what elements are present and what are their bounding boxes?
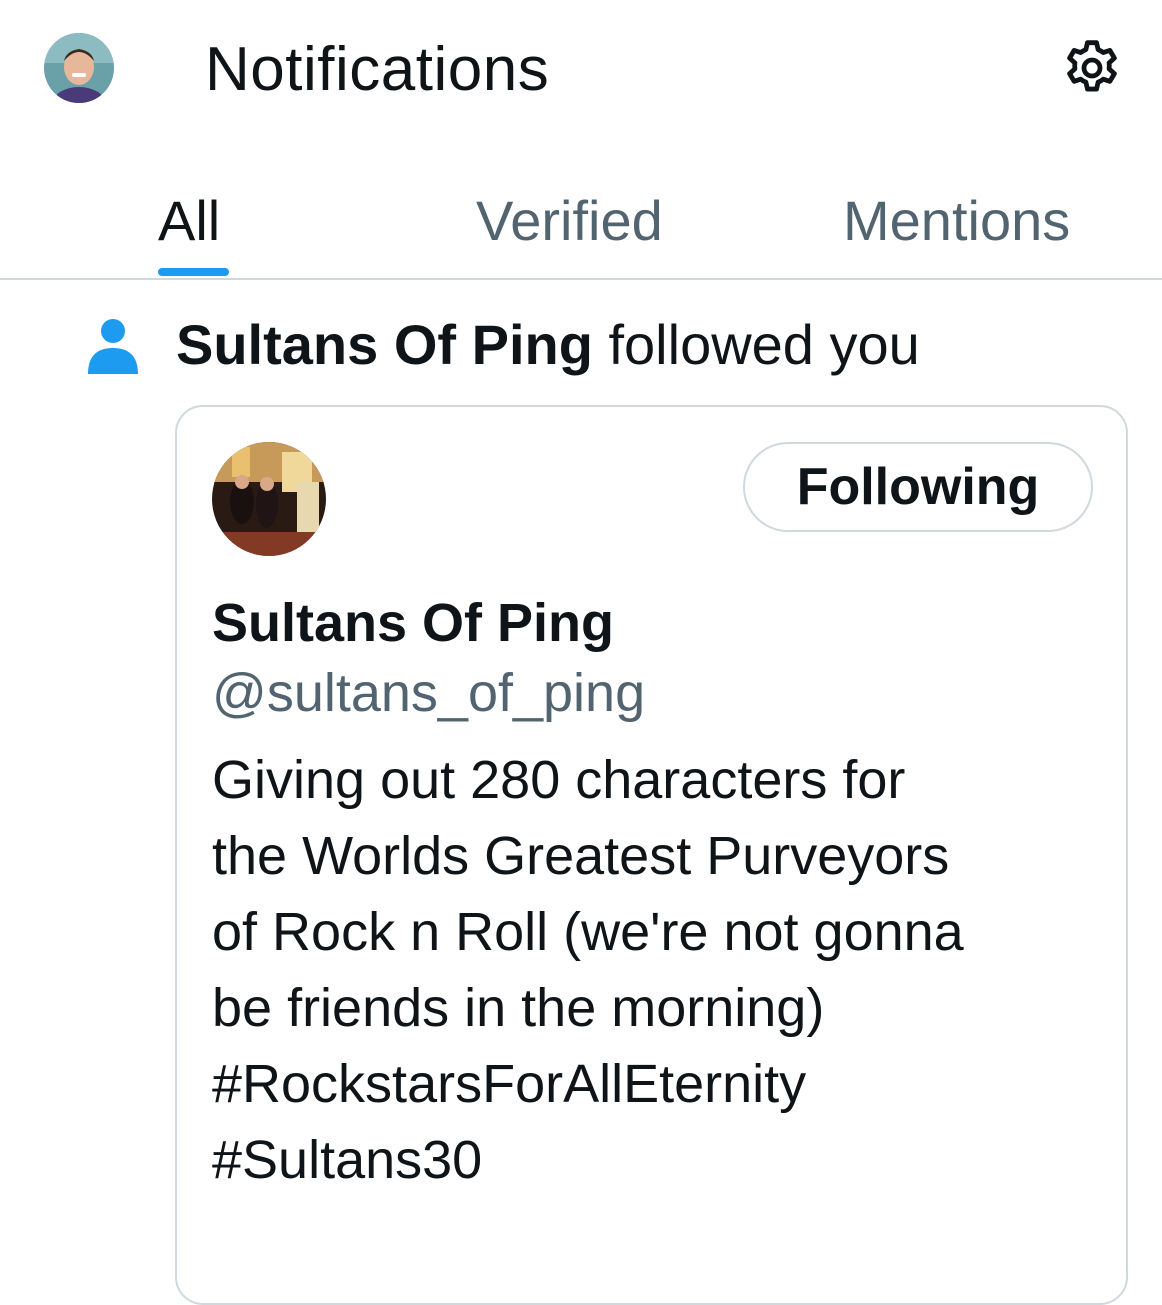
bio-line: of Rock n Roll (we're not gonna [212, 902, 964, 962]
notification-item[interactable]: Sultans Of Ping followed you Following S… [0, 280, 1162, 1305]
notification-text: Sultans Of Ping followed you [176, 312, 920, 377]
hashtag-link[interactable]: #RockstarsForAllEternity [212, 1046, 1092, 1122]
bio-line: Giving out 280 characters for [212, 750, 906, 810]
profile-handle[interactable]: @sultans_of_ping [212, 662, 645, 724]
user-avatar-icon[interactable] [44, 33, 114, 103]
notification-action: followed you [592, 313, 920, 376]
following-button[interactable]: Following [743, 442, 1093, 532]
page-title: Notifications [205, 35, 550, 104]
active-tab-indicator [158, 268, 229, 276]
tab-all[interactable]: All [158, 188, 220, 253]
bio-line: be friends in the morning) [212, 978, 825, 1038]
hashtag-link[interactable]: #Sultans30 [212, 1122, 1092, 1198]
notification-actor[interactable]: Sultans Of Ping [176, 313, 593, 376]
gear-icon[interactable] [1060, 36, 1124, 100]
tab-mentions[interactable]: Mentions [843, 188, 1070, 253]
profile-bio: Giving out 280 characters for the Worlds… [212, 742, 1092, 1198]
profile-card[interactable]: Following Sultans Of Ping @sultans_of_pi… [175, 405, 1128, 1305]
tab-bar: All Verified Mentions [0, 140, 1162, 280]
tab-verified[interactable]: Verified [476, 188, 663, 253]
profile-name[interactable]: Sultans Of Ping [212, 592, 614, 654]
header: Notifications [0, 0, 1162, 140]
person-icon [86, 318, 140, 376]
profile-avatar[interactable] [212, 442, 326, 556]
bio-line: the Worlds Greatest Purveyors [212, 826, 950, 886]
